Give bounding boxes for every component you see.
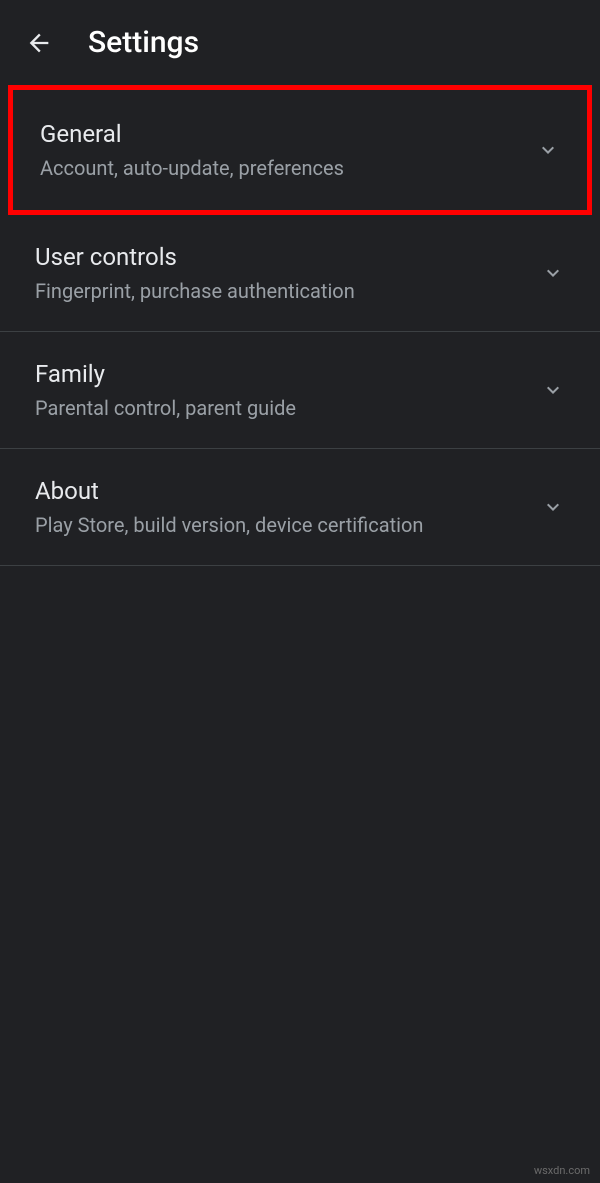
page-title: Settings — [88, 25, 199, 60]
chevron-down-icon — [541, 495, 565, 519]
setting-title: General — [40, 120, 536, 148]
expand-chevron — [541, 261, 565, 285]
expand-chevron — [541, 378, 565, 402]
setting-subtitle: Play Store, build version, device certif… — [35, 513, 541, 537]
setting-subtitle: Account, auto-update, preferences — [40, 156, 536, 180]
chevron-down-icon — [541, 378, 565, 402]
setting-title: Family — [35, 360, 541, 388]
setting-text: Family Parental control, parent guide — [35, 360, 541, 420]
app-header: Settings — [0, 0, 600, 85]
chevron-down-icon — [536, 138, 560, 162]
setting-item-general[interactable]: General Account, auto-update, preference… — [8, 85, 592, 215]
back-arrow-icon — [25, 29, 53, 57]
setting-title: User controls — [35, 243, 541, 271]
setting-subtitle: Fingerprint, purchase authentication — [35, 279, 541, 303]
setting-text: About Play Store, build version, device … — [35, 477, 541, 537]
setting-text: User controls Fingerprint, purchase auth… — [35, 243, 541, 303]
expand-chevron — [536, 138, 560, 162]
watermark: wsxdn.com — [534, 1164, 590, 1177]
expand-chevron — [541, 495, 565, 519]
setting-item-user-controls[interactable]: User controls Fingerprint, purchase auth… — [0, 215, 600, 332]
setting-subtitle: Parental control, parent guide — [35, 396, 541, 420]
settings-list: General Account, auto-update, preference… — [0, 85, 600, 566]
setting-text: General Account, auto-update, preference… — [40, 120, 536, 180]
back-button[interactable] — [25, 29, 53, 57]
setting-item-about[interactable]: About Play Store, build version, device … — [0, 449, 600, 566]
setting-title: About — [35, 477, 541, 505]
chevron-down-icon — [541, 261, 565, 285]
setting-item-family[interactable]: Family Parental control, parent guide — [0, 332, 600, 449]
